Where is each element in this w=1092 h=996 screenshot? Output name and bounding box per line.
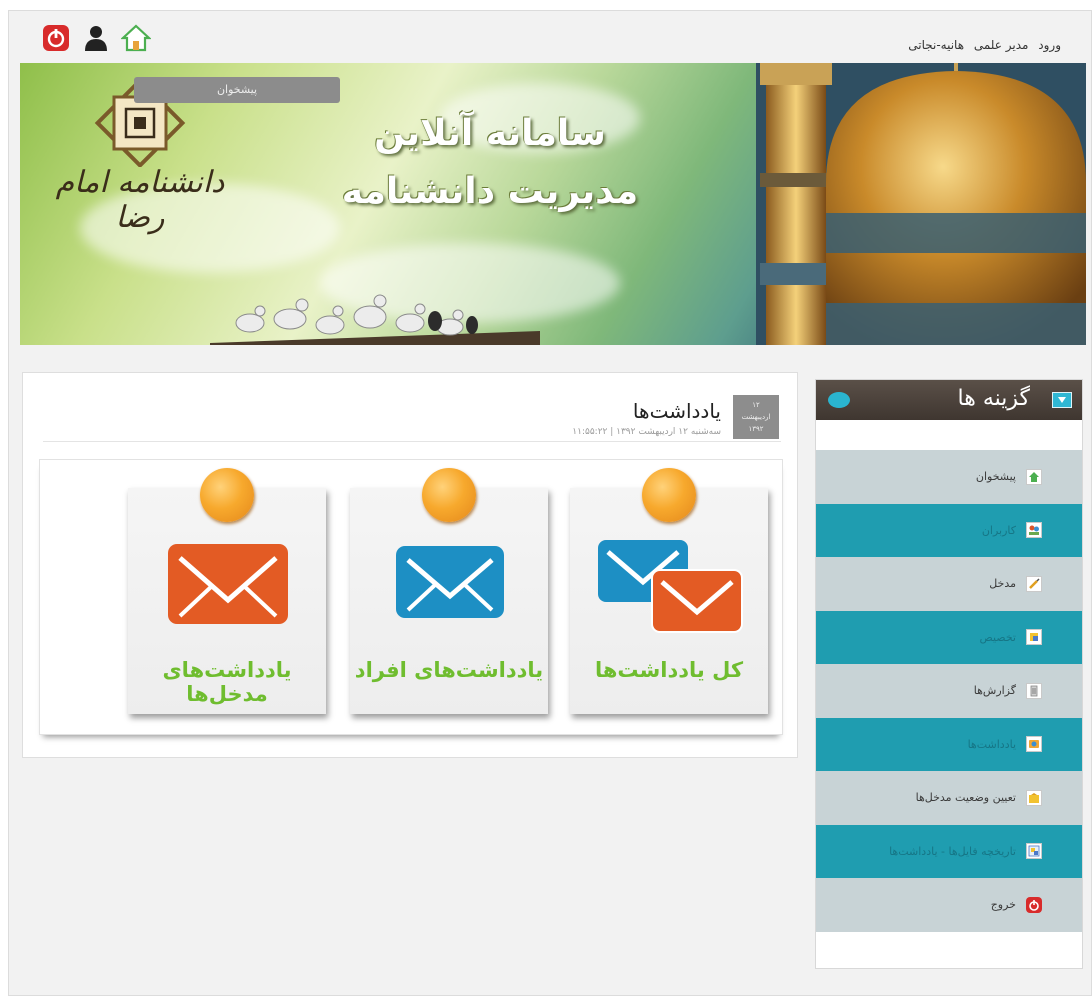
card-all-notes[interactable]: کل یادداشت‌ها (570, 468, 768, 714)
sidebar-item-users[interactable]: کاربران (816, 503, 1082, 557)
top-bar: ورود مدیر علمی هانیه-نجاتی (9, 11, 1091, 63)
sidebar-item-label: تعیین وضعیت مدخل‌ها (915, 791, 1016, 805)
card-entry-notes[interactable]: یادداشت‌های مدخل‌ها (128, 468, 326, 714)
pin-icon (422, 468, 476, 522)
sidebar-header: گزینه ها (816, 380, 1082, 420)
date-day: ۱۲ (752, 401, 760, 409)
banner-title: سامانه آنلاین مدیریت دانشنامه (330, 105, 650, 221)
card-label: یادداشت‌های افراد (354, 658, 544, 682)
assign-icon (1026, 629, 1042, 646)
sidebar-item-label: مدخل (989, 577, 1016, 591)
login-label: ورود (1038, 38, 1061, 52)
sidebar-item-label: کاربران (981, 523, 1016, 537)
status-icon (1026, 789, 1042, 806)
sidebar-item-label: پیشخوان (975, 470, 1016, 484)
entry-icon (1026, 575, 1042, 592)
top-icons (41, 23, 151, 53)
sidebar-item-entry-status[interactable]: تعیین وضعیت مدخل‌ها (816, 771, 1082, 825)
sidebar-title: گزینه ها (957, 386, 1030, 411)
banner-tooltip: پیشخوان (134, 77, 340, 103)
notes-icon (1026, 736, 1042, 753)
home-icon[interactable] (121, 23, 151, 53)
chevron-down-icon[interactable] (1052, 392, 1072, 408)
doves-image (210, 294, 540, 345)
sidebar-item-notes[interactable]: یادداشت‌ها (816, 717, 1082, 771)
envelope-orange-icon (166, 542, 290, 626)
user-role: مدیر علمی (973, 38, 1029, 52)
card-people-notes[interactable]: یادداشت‌های افراد (350, 468, 548, 714)
sidebar-item-reports[interactable]: گزارش‌ها (816, 664, 1082, 718)
sidebar-item-label: تاریخچه فایل‌ها - یادداشت‌ها (889, 844, 1016, 858)
card-label: یادداشت‌های مدخل‌ها (162, 658, 292, 706)
sidebar-item-history[interactable]: تاریخچه فایل‌ها - یادداشت‌ها (816, 824, 1082, 878)
date-box: ۱۲ اردیبهشت ۱۳۹۲ (733, 395, 779, 439)
post-title: یادداشت‌ها (632, 399, 721, 423)
banner-title-line1: سامانه آنلاین (374, 113, 606, 154)
page: ورود مدیر علمی هانیه-نجاتی دانشنامه امام… (8, 10, 1092, 996)
date-year: ۱۳۹۲ (748, 425, 764, 433)
sidebar-item-label: خروج (990, 898, 1016, 912)
sidebar-item-label: تخصیص (979, 630, 1017, 644)
divider (43, 441, 781, 442)
power-icon[interactable] (41, 23, 71, 53)
user-name: هانیه-نجاتی (908, 38, 965, 52)
envelope-blue-icon (394, 544, 506, 620)
date-month: اردیبهشت (741, 413, 771, 421)
sidebar: گزینه ها پیشخوان کاربران مدخل تخصیص گزار… (815, 379, 1083, 969)
post-meta: سه‌شنبه ۱۲ اردیبهشت ۱۳۹۲ | ۱۱:۵۵:۲۲ (572, 427, 721, 437)
card-label: کل یادداشت‌ها (594, 658, 744, 682)
sidebar-item-assign[interactable]: تخصیص (816, 610, 1082, 664)
logo-text: دانشنامه امام رضا (55, 165, 225, 235)
login-info: ورود مدیر علمی هانیه-نجاتی (902, 38, 1061, 52)
sidebar-item-label: یادداشت‌ها (967, 737, 1016, 751)
sidebar-item-entry[interactable]: مدخل (816, 557, 1082, 611)
shrine-image (756, 63, 1086, 345)
cards-container: کل یادداشت‌ها یادداشت‌های افراد (39, 459, 783, 735)
banner-title-line2: مدیریت دانشنامه (341, 171, 639, 212)
sidebar-item-label: گزارش‌ها (973, 684, 1016, 698)
pin-icon (642, 468, 696, 522)
sidebar-item-logout[interactable]: خروج (816, 878, 1082, 932)
logout-icon (1026, 896, 1042, 913)
history-icon (1026, 843, 1042, 860)
pin-icon (200, 468, 254, 522)
envelopes-icon (594, 536, 744, 636)
speech-bubble-icon (828, 392, 850, 408)
users-icon (1026, 522, 1042, 539)
banner: دانشنامه امام رضا پیشخوان سامانه آنلاین … (20, 63, 1086, 345)
sidebar-menu: پیشخوان کاربران مدخل تخصیص (816, 450, 1082, 932)
post-header: ۱۲ اردیبهشت ۱۳۹۲ یادداشت‌ها سه‌شنبه ۱۲ ا… (39, 395, 779, 441)
notes-panel: ۱۲ اردیبهشت ۱۳۹۲ یادداشت‌ها سه‌شنبه ۱۲ ا… (22, 372, 798, 758)
dashboard-icon (1026, 468, 1042, 485)
user-icon[interactable] (81, 23, 111, 53)
sidebar-item-dashboard[interactable]: پیشخوان (816, 450, 1082, 504)
report-icon (1026, 682, 1042, 699)
